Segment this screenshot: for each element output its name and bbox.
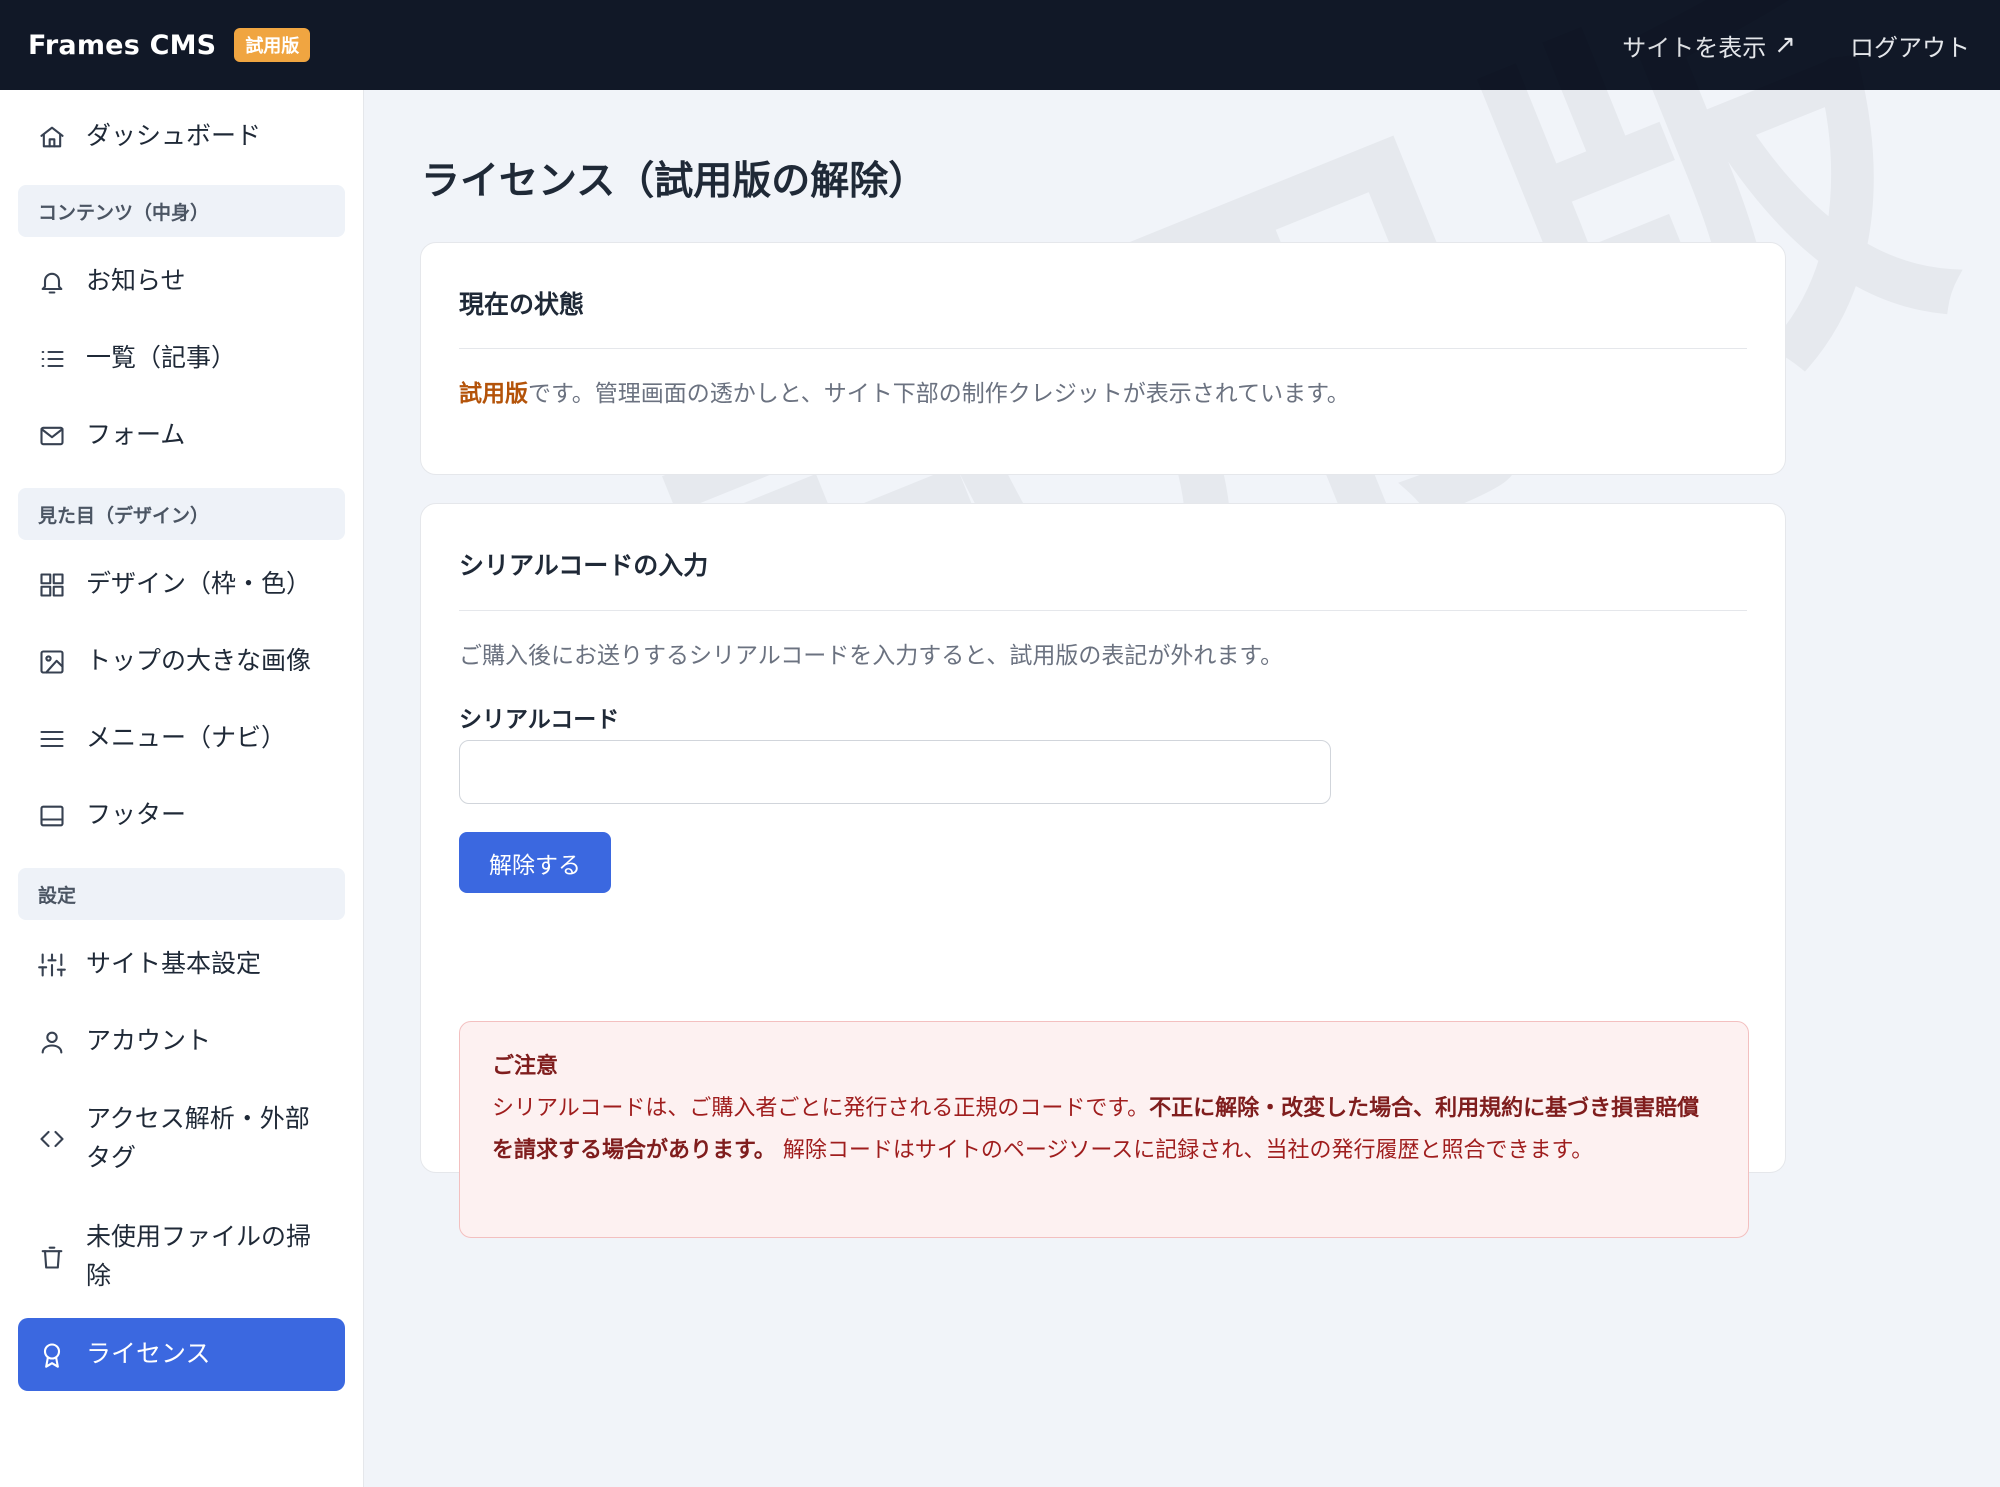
sidebar-item-articles[interactable]: 一覧（記事）: [18, 320, 345, 397]
user-icon: [38, 1028, 66, 1056]
sidebar-item-analytics[interactable]: アクセス解析・外部タグ: [18, 1080, 345, 1198]
serial-card-divider: [459, 610, 1747, 611]
sidebar-item-label: フォーム: [86, 420, 186, 450]
grid-icon: [38, 571, 66, 599]
external-link-icon: ↗: [1774, 30, 1796, 60]
sidebar-item-label: アカウント: [86, 1026, 212, 1056]
sidebar-item-footer[interactable]: フッター: [18, 777, 345, 854]
sidebar-item-site-settings[interactable]: サイト基本設定: [18, 926, 345, 1003]
top-actions: サイトを表示 ↗ ログアウト: [1622, 28, 1970, 63]
view-site-link[interactable]: サイトを表示 ↗: [1622, 28, 1796, 63]
notice-text-2: 解除コードはサイトのページソースに記録され、当社の発行履歴と照合できます。: [782, 1138, 1594, 1163]
code-icon: [38, 1125, 66, 1153]
serial-card: シリアルコードの入力 ご購入後にお送りするシリアルコードを入力すると、試用版の表…: [420, 503, 1786, 1238]
sidebar-item-menu[interactable]: メニュー（ナビ）: [18, 700, 345, 777]
unlock-button[interactable]: 解除する: [459, 832, 611, 893]
bell-icon: [38, 268, 66, 296]
sidebar-item-label: アクセス解析・外部タグ: [86, 1104, 310, 1172]
sidebar-item-label: デザイン（枠・色）: [86, 569, 312, 599]
menu-icon: [38, 725, 66, 753]
sidebar: ダッシュボード コンテンツ（中身） お知らせ 一覧（記事） フォーム 見た目（デ…: [0, 90, 364, 1487]
sidebar-item-news[interactable]: お知らせ: [18, 243, 345, 320]
page-title: ライセンス（試用版の解除）: [421, 159, 928, 204]
notice-text-1: シリアルコードは、ご購入者ごとに発行される正規のコードです。: [492, 1096, 1150, 1121]
serial-description: ご購入後にお送りするシリアルコードを入力すると、試用版の表記が外れます。: [459, 643, 1284, 669]
sidebar-section-settings: 設定: [18, 868, 345, 920]
serial-card-title: シリアルコードの入力: [459, 551, 709, 580]
brand-title[interactable]: Frames CMS: [28, 30, 216, 61]
warning-notice: ご注意 シリアルコードは、ご購入者ごとに発行される正規のコードです。不正に解除・…: [459, 1021, 1749, 1238]
notice-body: シリアルコードは、ご購入者ごとに発行される正規のコードです。不正に解除・改変した…: [492, 1088, 1716, 1172]
serial-code-label: シリアルコード: [459, 707, 620, 733]
sidebar-item-form[interactable]: フォーム: [18, 397, 345, 474]
mail-icon: [38, 422, 66, 450]
home-icon: [38, 123, 66, 151]
sidebar-item-account[interactable]: アカウント: [18, 1003, 345, 1080]
status-card-title: 現在の状態: [459, 290, 585, 319]
image-icon: [38, 648, 66, 676]
main-content: 試用版 ライセンス（試用版の解除） 現在の状態 試用版です。管理画面の透かしと、…: [365, 0, 2000, 1487]
list-icon: [38, 345, 66, 373]
sidebar-item-label: ダッシュボード: [86, 121, 262, 151]
view-site-label: サイトを表示: [1622, 33, 1767, 62]
notice-title: ご注意: [492, 1054, 559, 1079]
status-text: 試用版です。管理画面の透かしと、サイト下部の制作クレジットが表示されています。: [459, 374, 1350, 408]
sliders-icon: [38, 951, 66, 979]
sidebar-item-label: 未使用ファイルの掃除: [86, 1222, 312, 1290]
sidebar-item-label: お知らせ: [86, 266, 186, 296]
logout-link[interactable]: ログアウト: [1850, 28, 1970, 63]
serial-code-input[interactable]: [459, 740, 1331, 804]
top-bar: Frames CMS 試用版 サイトを表示 ↗ ログアウト: [0, 0, 2000, 90]
status-highlight: 試用版: [459, 381, 528, 407]
sidebar-section-design: 見た目（デザイン）: [18, 488, 345, 540]
sidebar-item-label: メニュー（ナビ）: [86, 723, 287, 753]
award-icon: [38, 1341, 66, 1369]
footer-icon: [38, 802, 66, 830]
sidebar-item-design[interactable]: デザイン（枠・色）: [18, 546, 345, 623]
sidebar-section-content: コンテンツ（中身）: [18, 185, 345, 237]
sidebar-item-dashboard[interactable]: ダッシュボード: [18, 98, 345, 175]
sidebar-item-label: フッター: [86, 800, 187, 830]
sidebar-item-label: サイト基本設定: [86, 949, 262, 979]
sidebar-item-hero-image[interactable]: トップの大きな画像: [18, 623, 345, 700]
sidebar-item-label: 一覧（記事）: [86, 343, 237, 373]
sidebar-item-label: ライセンス: [86, 1339, 211, 1369]
trash-icon: [38, 1243, 66, 1271]
status-card-divider: [459, 348, 1747, 349]
sidebar-item-cleanup[interactable]: 未使用ファイルの掃除: [18, 1198, 345, 1316]
trial-badge: 試用版: [234, 28, 311, 62]
sidebar-item-label: トップの大きな画像: [86, 646, 312, 676]
sidebar-item-license[interactable]: ライセンス: [18, 1318, 345, 1391]
status-card: 現在の状態 試用版です。管理画面の透かしと、サイト下部の制作クレジットが表示され…: [420, 242, 1786, 475]
status-description: です。管理画面の透かしと、サイト下部の制作クレジットが表示されています。: [528, 381, 1350, 407]
